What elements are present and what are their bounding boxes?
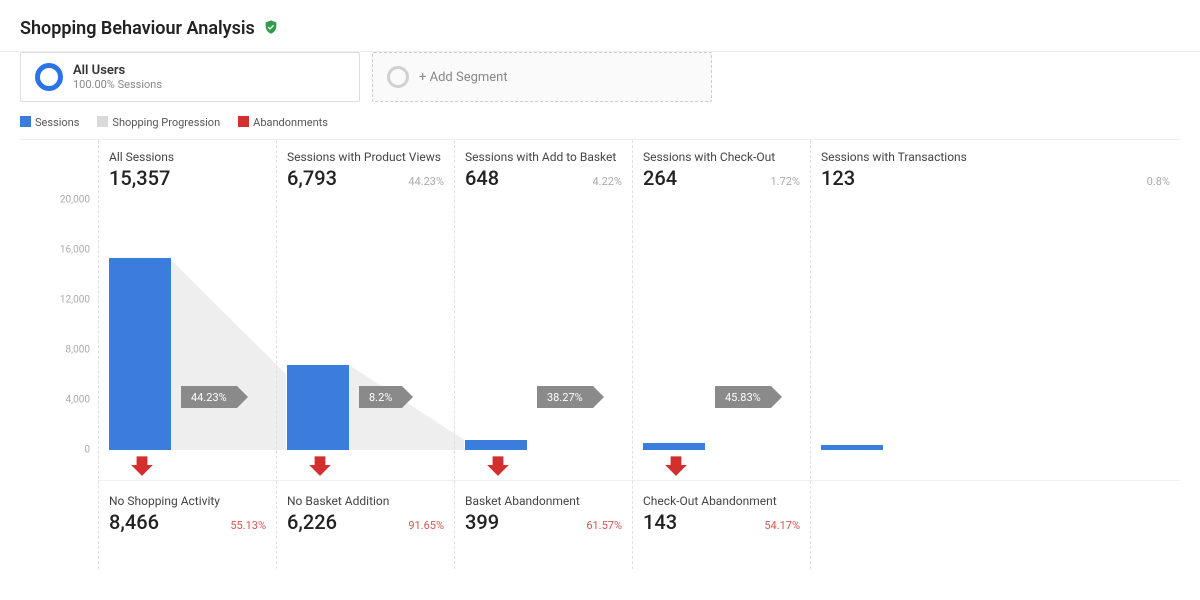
abandon-arrow-icon	[485, 452, 511, 482]
segment-sub: 100.00% Sessions	[73, 78, 162, 91]
abandon-arrow-icon	[307, 452, 333, 482]
segment-all-users[interactable]: All Users 100.00% Sessions	[20, 52, 360, 102]
stage-bar	[109, 258, 171, 450]
abandon-value: 399	[465, 510, 499, 534]
abandon-pct: 61.57%	[586, 519, 622, 532]
abandon-arrow-icon	[663, 452, 689, 482]
stage-pct: 1.72%	[770, 175, 800, 188]
legend-abandonments: Abandonments	[238, 116, 328, 129]
funnel-stage-transactions[interactable]: Sessions with Transactions 123 0.8%	[810, 140, 1180, 569]
funnel-stage-product-views[interactable]: Sessions with Product Views 6,79344.23% …	[276, 140, 454, 569]
abandon-value: 6,226	[287, 510, 337, 534]
funnel-stage-checkout[interactable]: Sessions with Check-Out 2641.72% 45.83% …	[632, 140, 810, 569]
segment-name: All Users	[73, 63, 162, 78]
funnel-stage-add-basket[interactable]: Sessions with Add to Basket 648 4.22% 38.…	[454, 140, 632, 569]
stage-bar	[821, 445, 883, 450]
page-header: Shopping Behaviour Analysis	[0, 0, 1200, 51]
abandon-pct: 55.13%	[230, 519, 266, 532]
stage-value: 123	[821, 166, 855, 190]
y-tick: 20,000	[60, 195, 90, 206]
stage-label: Sessions with Product Views	[287, 150, 444, 164]
y-tick: 8,000	[66, 345, 90, 356]
stage-label: Sessions with Transactions	[821, 150, 1170, 164]
abandon-label: Check-Out Abandonment	[643, 494, 800, 508]
add-segment-button[interactable]: + Add Segment	[372, 52, 712, 102]
abandon-label: No Shopping Activity	[109, 494, 266, 508]
stage-bar	[287, 365, 349, 450]
stage-value: 6,793	[287, 166, 337, 190]
stage-label: All Sessions	[109, 150, 266, 164]
y-tick: 16,000	[60, 245, 90, 256]
abandon-pct: 54.17%	[764, 519, 800, 532]
abandon-pct: 91.65%	[408, 519, 444, 532]
abandon-value: 143	[643, 510, 677, 534]
page-title: Shopping Behaviour Analysis	[20, 18, 255, 39]
y-axis: 20,000 16,000 12,000 8,000 4,000 0	[20, 140, 98, 569]
legend-progression: Shopping Progression	[97, 116, 220, 129]
stage-bar	[643, 443, 705, 450]
abandon-value: 8,466	[109, 510, 159, 534]
y-tick: 0	[84, 445, 90, 456]
legend-sessions: Sessions	[20, 116, 79, 129]
stage-value: 15,357	[109, 166, 170, 190]
stage-bar	[465, 440, 527, 450]
progression-tag: 45.83%	[715, 386, 782, 408]
verified-shield-icon	[263, 19, 279, 39]
funnel-chart: 20,000 16,000 12,000 8,000 4,000 0 All S…	[20, 139, 1180, 569]
y-tick: 4,000	[66, 395, 90, 406]
stage-value: 648	[465, 166, 499, 190]
progression-tag: 8.2%	[359, 386, 413, 408]
stage-pct: 0.8%	[1147, 175, 1170, 188]
abandon-label: Basket Abandonment	[465, 494, 622, 508]
progression-tag: 44.23%	[181, 386, 248, 408]
stage-label: Sessions with Add to Basket	[465, 150, 622, 164]
progression-tag: 38.27%	[537, 386, 604, 408]
funnel-stage-all-sessions[interactable]: All Sessions 15,357 44.23% No Shopping A…	[98, 140, 276, 569]
segment-ring-icon	[35, 63, 63, 91]
add-segment-label: + Add Segment	[419, 70, 508, 85]
stage-pct: 4.22%	[592, 175, 622, 188]
stage-label: Sessions with Check-Out	[643, 150, 800, 164]
stage-value: 264	[643, 166, 677, 190]
abandon-label: No Basket Addition	[287, 494, 444, 508]
abandon-arrow-icon	[129, 452, 155, 482]
y-tick: 12,000	[60, 295, 90, 306]
add-segment-ring-icon	[387, 66, 409, 88]
chart-legend: Sessions Shopping Progression Abandonmen…	[0, 112, 1200, 139]
stage-pct: 44.23%	[408, 175, 444, 188]
